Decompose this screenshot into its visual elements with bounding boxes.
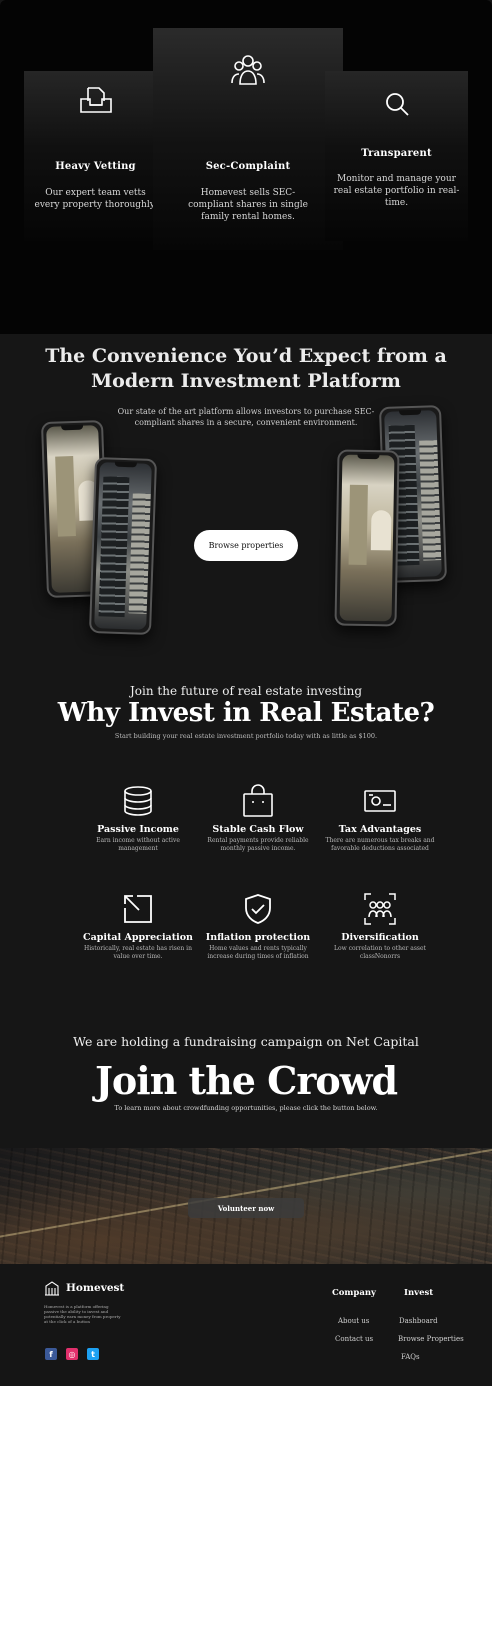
shield-check-icon — [245, 894, 271, 924]
benefit-capital-appreciation: Capital Appreciation Historically, real … — [78, 892, 198, 961]
platform-section: The Convenience You’d Expect from a Mode… — [0, 334, 492, 680]
benefit-text: Rental payments provide reliable monthly… — [207, 837, 309, 852]
page: Heavy Vetting Our expert team vetts ever… — [0, 0, 492, 1386]
banknote-icon — [364, 790, 396, 812]
benefit-text: Low correlation to other asset classNono… — [334, 945, 426, 960]
benefit-title: Stable Cash Flow — [212, 824, 304, 835]
brand-name: Homevest — [66, 1282, 125, 1294]
why-subtitle: Start building your real estate investme… — [114, 732, 378, 740]
benefit-inflation-protection: Inflation protection Home values and ren… — [198, 892, 318, 961]
why-kicker: Join the future of real estate investing — [129, 684, 363, 698]
feature-text: Homevest sells SEC-compliant shares in s… — [188, 188, 308, 222]
group-focus-icon — [364, 893, 396, 925]
feature-title: Heavy Vetting — [55, 161, 136, 172]
feature-card-sec-complaint: Sec-Complaint Homevest sells SEC-complia… — [153, 28, 343, 250]
footer-invest-title: Invest — [404, 1288, 434, 1298]
search-icon — [385, 93, 409, 116]
phone-mockup — [334, 449, 400, 627]
footer-company-title: Company — [332, 1288, 376, 1298]
feature-card-heavy-vetting: Heavy Vetting Our expert team vetts ever… — [24, 71, 167, 241]
crowd-title: Join the Crowd — [94, 1058, 398, 1103]
platform-subtitle: Our state of the art platform allows inv… — [117, 407, 375, 427]
crowdfunding-section: We are holding a fundraising campaign on… — [0, 1000, 492, 1148]
footer: Homevest Homevest is a platform offering… — [0, 1264, 492, 1386]
footer-link-dashboard[interactable]: Dashboard — [399, 1317, 438, 1325]
feature-text: Our expert team vetts every property tho… — [34, 188, 157, 210]
platform-title: The Convenience You’d Expect from a Mode… — [45, 345, 447, 392]
footer-link-about[interactable]: About us — [338, 1317, 369, 1325]
benefit-title: Capital Appreciation — [83, 932, 193, 943]
benefit-text: Historically, real estate has risen in v… — [84, 945, 192, 960]
feature-text: Monitor and manage your real estate port… — [333, 174, 460, 208]
crowd-subtitle: To learn more about crowdfunding opportu… — [114, 1104, 378, 1112]
footer-link-browse-properties[interactable]: Browse Properties — [398, 1335, 464, 1343]
building-icon — [45, 1281, 59, 1296]
features-section: Heavy Vetting Our expert team vetts ever… — [0, 0, 492, 334]
feature-title: Sec-Complaint — [205, 161, 291, 172]
benefit-title: Passive Income — [97, 824, 179, 835]
coins-icon — [124, 786, 152, 816]
benefit-stable-cash-flow: Stable Cash Flow Rental payments provide… — [198, 784, 318, 853]
benefit-title: Tax Advantages — [338, 824, 422, 835]
phone-mockup — [88, 456, 158, 636]
shopping-bag-icon — [243, 784, 273, 817]
benefit-text: Home values and rents typically increase… — [207, 945, 309, 960]
arrow-up-left-icon — [124, 895, 152, 923]
volunteer-now-button[interactable]: Volunteer now — [188, 1198, 304, 1218]
crowd-lead: We are holding a fundraising campaign on… — [73, 1034, 419, 1049]
brand-description: Homevest is a platform offering passive … — [44, 1304, 121, 1324]
benefit-title: Diversification — [341, 932, 419, 943]
benefit-tax-advantages: Tax Advantages There are numerous tax br… — [320, 784, 440, 853]
feature-card-transparent: Transparent Monitor and manage your real… — [325, 71, 468, 241]
benefit-passive-income: Passive Income Earn income without activ… — [78, 784, 198, 853]
browse-properties-button[interactable]: Browse properties — [194, 530, 298, 561]
footer-link-faqs[interactable]: FAQs — [401, 1353, 420, 1361]
benefit-text: Earn income without active management — [96, 837, 180, 852]
aerial-city-banner: Volunteer now — [0, 1148, 492, 1264]
document-tray-icon — [79, 87, 112, 113]
brand-logo[interactable]: Homevest — [44, 1280, 124, 1296]
benefit-text: There are numerous tax breaks and favora… — [325, 837, 435, 852]
benefit-diversification: Diversification Low correlation to other… — [320, 892, 440, 961]
feature-title: Transparent — [361, 148, 432, 159]
social-links: f ◎ t — [45, 1348, 99, 1360]
why-invest-section: Join the future of real estate investing… — [0, 680, 492, 1000]
benefit-title: Inflation protection — [205, 932, 311, 943]
twitter-icon[interactable]: t — [87, 1348, 99, 1360]
instagram-icon[interactable]: ◎ — [66, 1348, 78, 1360]
users-icon — [231, 55, 265, 85]
why-title: Why Invest in Real Estate? — [57, 698, 435, 728]
footer-link-contact[interactable]: Contact us — [335, 1335, 373, 1343]
facebook-icon[interactable]: f — [45, 1348, 57, 1360]
